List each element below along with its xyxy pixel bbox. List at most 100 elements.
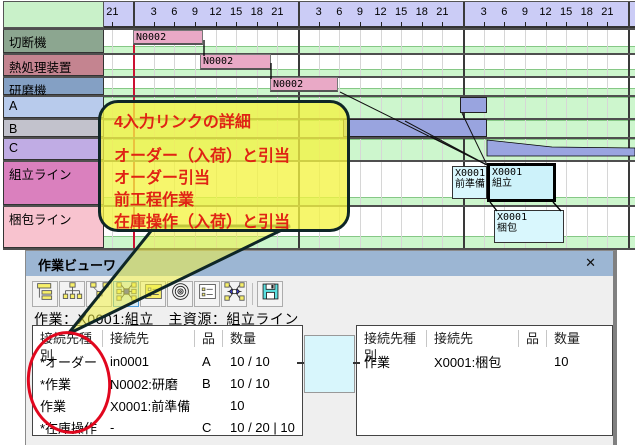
timeline-tick bbox=[401, 22, 402, 27]
resource-label-組立ライン[interactable]: 組立ライン bbox=[3, 160, 104, 205]
timeline-label: 18 bbox=[581, 6, 593, 18]
timeline-label: 9 bbox=[522, 6, 528, 18]
gantt-bar[interactable]: N0002 bbox=[133, 30, 203, 45]
target-button[interactable] bbox=[167, 281, 193, 307]
callout-item: 前工程作業 bbox=[114, 190, 290, 212]
toolbar-separator bbox=[252, 283, 253, 305]
timeline-label: 21 bbox=[436, 6, 448, 18]
timeline-tick bbox=[236, 22, 237, 27]
selected-work-node[interactable] bbox=[304, 335, 355, 393]
outline-list-icon bbox=[35, 281, 56, 307]
timeline-tick bbox=[174, 22, 175, 27]
table-cell: in0001 bbox=[103, 354, 195, 369]
timeline-label: 12 bbox=[209, 6, 221, 18]
timeline-label: 21 bbox=[106, 6, 118, 18]
timeline-label: 6 bbox=[336, 6, 342, 18]
gantt-bar[interactable]: X0001 梱包 bbox=[494, 210, 564, 243]
resource-label-熱処理装置[interactable]: 熱処理装置 bbox=[3, 53, 104, 76]
link-map-button[interactable] bbox=[86, 281, 112, 307]
table-cell: B bbox=[195, 376, 223, 391]
column-header: 接続先種別 bbox=[33, 330, 103, 347]
timeline-label: 9 bbox=[192, 6, 198, 18]
table-cell: X0001:梱包 bbox=[427, 352, 519, 371]
timeline-label: 6 bbox=[501, 6, 507, 18]
scheduler-screen: 切断機熱処理装置研磨機ABC組立ライン梱包ライン2136912151821369… bbox=[0, 0, 635, 445]
table-cell: *在庫操作 bbox=[33, 418, 103, 437]
work-properties-2-button[interactable] bbox=[194, 281, 220, 307]
gantt-bar[interactable]: X0001 組立 bbox=[487, 163, 556, 202]
table-cell: *作業 bbox=[33, 374, 103, 393]
column-header: 品 bbox=[195, 330, 223, 347]
gantt-bar[interactable] bbox=[343, 119, 487, 137]
work-properties-button[interactable] bbox=[140, 281, 166, 307]
timeline-tick bbox=[525, 22, 526, 27]
dialog-title: 作業ビューワ bbox=[38, 255, 116, 274]
resource-label-A[interactable]: A bbox=[3, 95, 104, 118]
timeline-label: 12 bbox=[539, 6, 551, 18]
table-row[interactable]: *オーダーin0001A10 / 10 bbox=[33, 350, 302, 372]
table-cell: 作業 bbox=[357, 352, 427, 371]
table-cell: 10 bbox=[223, 398, 302, 413]
callout-item: オーダー引当 bbox=[114, 168, 290, 190]
table-header-row: 接続先種別接続先品数量 bbox=[33, 326, 302, 350]
outline-list-button[interactable] bbox=[32, 281, 58, 307]
timeline-tick bbox=[587, 22, 588, 27]
table-cell: *オーダー bbox=[33, 352, 103, 371]
row-separator bbox=[3, 28, 635, 30]
link-map-icon bbox=[89, 281, 110, 307]
timeline-tick bbox=[195, 22, 196, 27]
timeline-tick bbox=[566, 22, 567, 27]
table-row[interactable]: *作業N0002:研磨B10 / 10 bbox=[33, 372, 302, 394]
row-separator bbox=[3, 53, 635, 55]
gantt-bar[interactable]: N0002 bbox=[200, 54, 271, 70]
table-row[interactable]: 作業X0001:前準備 10 bbox=[33, 394, 302, 416]
table-cell: 10 / 20 | 10 bbox=[223, 420, 302, 435]
table-cell: 10 / 10 bbox=[223, 376, 302, 391]
resource-label-梱包ライン[interactable]: 梱包ライン bbox=[3, 205, 104, 248]
timeline-tick bbox=[546, 22, 547, 27]
resource-label-研磨機[interactable]: 研磨機 bbox=[3, 76, 104, 95]
org-tree-button[interactable] bbox=[59, 281, 85, 307]
input-output-links-icon bbox=[116, 281, 137, 307]
table-row[interactable]: 作業X0001:梱包10 bbox=[357, 350, 612, 372]
timeline-label: 21 bbox=[601, 6, 613, 18]
input-output-links-button[interactable] bbox=[113, 281, 139, 307]
table-cell: X0001:前準備 bbox=[103, 396, 195, 415]
timeline-label: 3 bbox=[481, 6, 487, 18]
timeline-label: 21 bbox=[271, 6, 283, 18]
table-cell: 作業 bbox=[33, 396, 103, 415]
resource-label-切断機[interactable]: 切断機 bbox=[3, 28, 104, 53]
resource-label-C[interactable]: C bbox=[3, 137, 104, 160]
gantt-bar[interactable] bbox=[460, 97, 487, 113]
link-chain-button[interactable] bbox=[221, 281, 247, 307]
timeline-label: 18 bbox=[251, 6, 263, 18]
callout-item-list: オーダー（入荷）と引当オーダー引当前工程作業在庫操作（入荷）と引当 bbox=[114, 146, 290, 234]
row-separator bbox=[3, 95, 635, 97]
timeline-label: 9 bbox=[357, 6, 363, 18]
gantt-bar[interactable]: X0001 前準備 bbox=[452, 166, 487, 199]
callout-title: 4入力リンクの詳細 bbox=[114, 108, 251, 132]
work-properties-2-icon bbox=[197, 281, 218, 307]
column-header: 接続先 bbox=[103, 330, 195, 347]
callout-item: オーダー（入荷）と引当 bbox=[114, 146, 290, 168]
callout-bubble: 4入力リンクの詳細 オーダー（入荷）と引当オーダー引当前工程作業在庫操作（入荷）… bbox=[98, 100, 350, 232]
node-connector-left bbox=[297, 362, 304, 364]
table-cell: - bbox=[103, 420, 195, 435]
work-viewer-dialog: 作業ビューワ ✕ 作業：X0001:組立 主資源：組立ライン 接続先種別接続先品… bbox=[25, 250, 617, 445]
save-icon bbox=[260, 281, 281, 307]
table-cell: 10 / 10 bbox=[223, 354, 302, 369]
column-header: 接続先種別 bbox=[357, 330, 427, 347]
timeline-tick bbox=[442, 22, 443, 27]
timeline-tick bbox=[112, 22, 113, 27]
table-cell: N0002:研磨 bbox=[103, 374, 195, 393]
save-button[interactable] bbox=[257, 281, 283, 307]
dialog-title-bar[interactable]: 作業ビューワ ✕ bbox=[26, 251, 613, 276]
input-links-table: 接続先種別接続先品数量*オーダーin0001A10 / 10*作業N0002:研… bbox=[32, 325, 303, 436]
resource-label-B[interactable]: B bbox=[3, 118, 104, 137]
output-links-table: 接続先種別接続先品数量作業X0001:梱包10 bbox=[356, 325, 613, 436]
callout-item: 在庫操作（入荷）と引当 bbox=[114, 212, 290, 234]
table-row[interactable]: *在庫操作-C10 / 20 | 10 bbox=[33, 416, 302, 436]
close-icon[interactable]: ✕ bbox=[585, 255, 596, 271]
column-header: 数量 bbox=[223, 330, 302, 347]
gantt-bar[interactable]: N0002 bbox=[270, 77, 338, 92]
